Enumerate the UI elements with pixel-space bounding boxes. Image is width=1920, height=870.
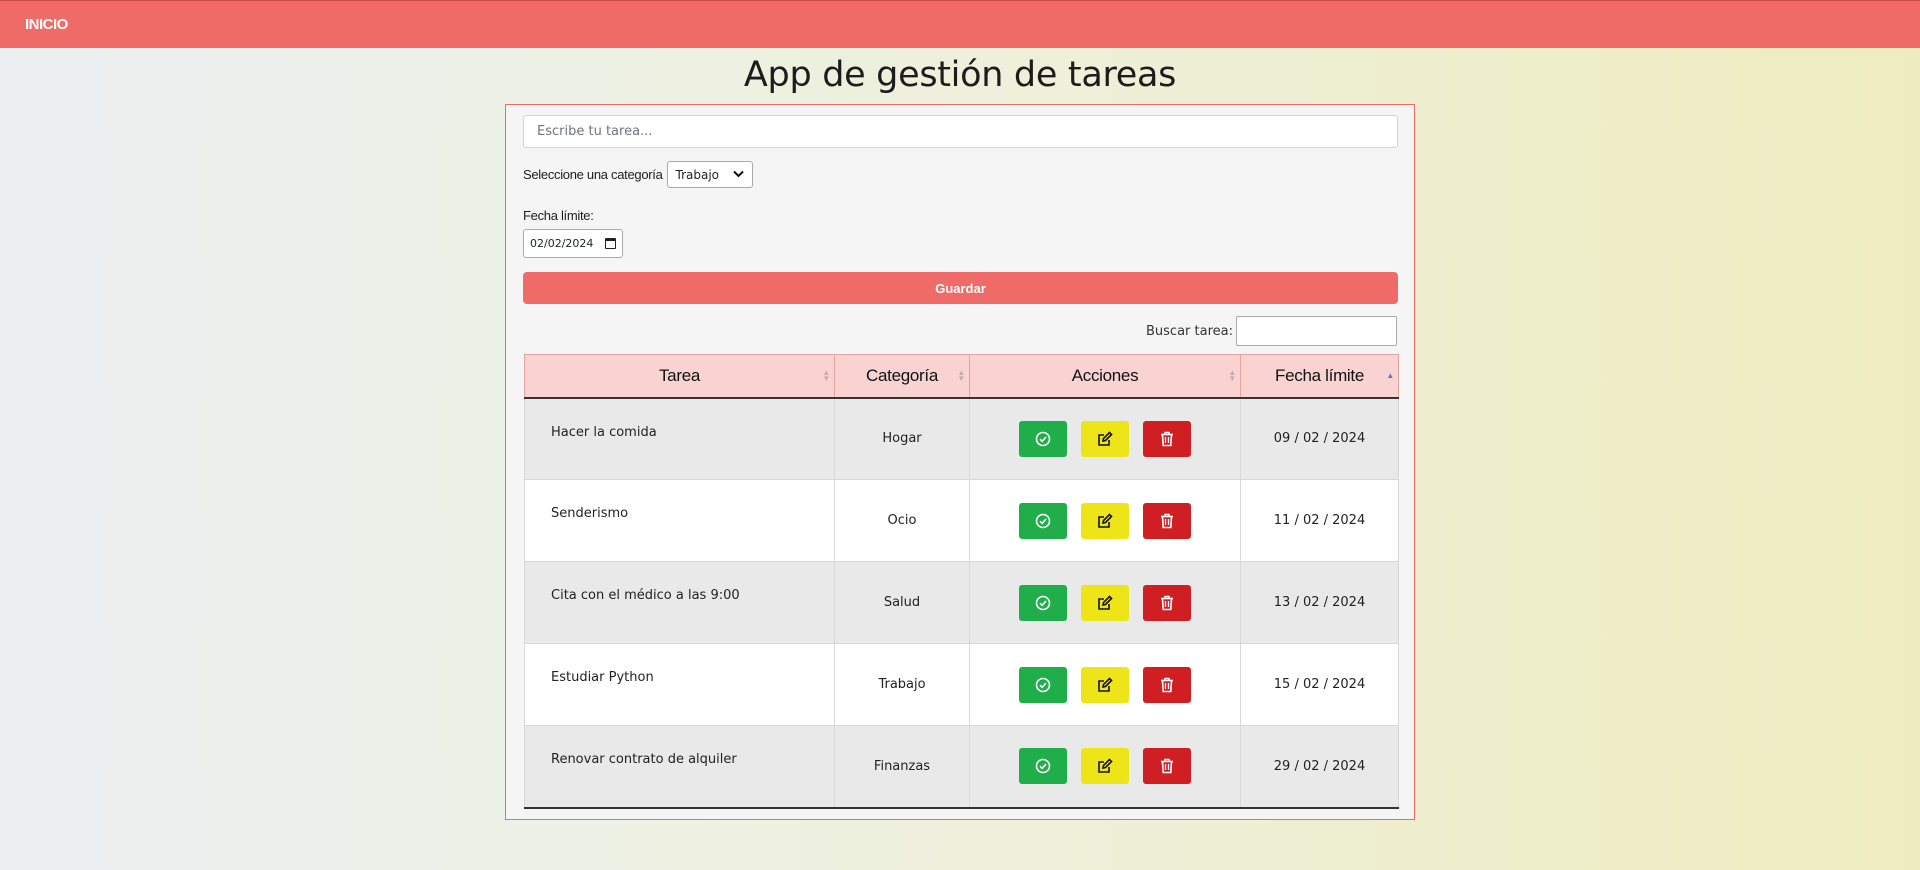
column-header-actions[interactable]: Acciones ▲ ▼	[969, 354, 1241, 399]
page-title: App de gestión de tareas	[743, 55, 1177, 95]
category-cell: Ocio	[834, 479, 970, 562]
column-header-label: Categoría	[866, 365, 938, 385]
tasks-table: Tarea ▲ ▼ Categoría ▲ ▼ Acciones ▲ ▼ Fecha lím…	[524, 354, 1399, 809]
edit-icon	[1097, 758, 1113, 774]
deadline-cell: 15 / 02 / 2024	[1240, 643, 1399, 726]
complete-button[interactable]	[1019, 584, 1067, 621]
deadline-date-input[interactable]: 02/02/2024	[523, 229, 623, 258]
delete-button[interactable]	[1143, 502, 1191, 539]
deadline-cell: 13 / 02 / 2024	[1240, 561, 1399, 644]
table-header-row: Tarea ▲ ▼ Categoría ▲ ▼ Acciones ▲ ▼ Fecha lím…	[524, 354, 1399, 399]
column-header-label: Tarea	[658, 365, 701, 385]
delete-button[interactable]	[1143, 666, 1191, 703]
complete-button[interactable]	[1019, 748, 1067, 785]
table-row: Renovar contrato de alquiler Finanzas 29 /…	[524, 725, 1399, 809]
sort-icon: ▲ ▼	[957, 367, 965, 383]
category-row: Seleccione una categoría Trabajo	[523, 161, 753, 188]
search-label: Buscar tarea:	[1146, 323, 1233, 339]
search-row: Buscar tarea:	[1146, 316, 1397, 346]
actions-cell	[969, 397, 1241, 480]
edit-icon	[1097, 594, 1113, 611]
edit-icon	[1097, 512, 1113, 529]
task-panel: Seleccione una categoría Trabajo Fecha l…	[505, 104, 1415, 820]
column-header-category[interactable]: Categoría ▲ ▼	[834, 354, 970, 399]
sort-ascending-icon: ▲	[1386, 370, 1394, 380]
row-actions	[970, 502, 1240, 539]
table-row: Cita con el médico a las 9:00 Salud 13 / 0…	[524, 561, 1399, 644]
task-cell: Hacer la comida	[524, 397, 835, 480]
check-circle-icon	[1035, 513, 1051, 529]
delete-button[interactable]	[1143, 748, 1191, 785]
edit-button[interactable]	[1081, 420, 1129, 457]
row-actions	[970, 748, 1240, 785]
column-header-label: Fecha límite	[1275, 365, 1364, 385]
save-button[interactable]: Guardar	[523, 272, 1398, 304]
row-actions	[970, 666, 1240, 703]
edit-button[interactable]	[1081, 584, 1129, 621]
sort-icon: ▲ ▼	[1228, 367, 1236, 383]
trash-icon	[1160, 595, 1174, 611]
task-cell: Cita con el médico a las 9:00	[524, 561, 835, 644]
chevron-down-icon	[732, 168, 744, 181]
deadline-cell: 29 / 02 / 2024	[1240, 725, 1399, 809]
edit-icon	[1097, 676, 1113, 693]
deadline-cell: 09 / 02 / 2024	[1240, 397, 1399, 480]
category-select[interactable]: Trabajo	[666, 161, 753, 188]
table-row: Senderismo Ocio 11 / 02 / 2024	[524, 479, 1399, 562]
calendar-icon[interactable]	[605, 238, 616, 249]
table-row: Estudiar Python Trabajo 15 / 02 / 2024	[524, 643, 1399, 726]
deadline-label: Fecha límite:	[523, 208, 594, 223]
task-cell: Senderismo	[524, 479, 835, 562]
edit-button[interactable]	[1081, 502, 1129, 539]
trash-icon	[1160, 758, 1174, 774]
edit-button[interactable]	[1081, 666, 1129, 703]
category-label: Seleccione una categoría	[523, 167, 663, 182]
category-selected-value: Trabajo	[675, 167, 720, 182]
task-cell: Estudiar Python	[524, 643, 835, 726]
deadline-cell: 11 / 02 / 2024	[1240, 479, 1399, 562]
category-cell: Salud	[834, 561, 970, 644]
edit-icon	[1097, 431, 1113, 447]
row-actions	[970, 420, 1240, 457]
complete-button[interactable]	[1019, 502, 1067, 539]
category-cell: Hogar	[834, 397, 970, 480]
actions-cell	[969, 561, 1241, 644]
top-navbar: INICIO	[0, 0, 1920, 48]
delete-button[interactable]	[1143, 584, 1191, 621]
row-actions	[970, 584, 1240, 621]
deadline-value: 02/02/2024	[530, 237, 594, 250]
column-header-label: Acciones	[1071, 365, 1139, 385]
task-input[interactable]	[523, 115, 1398, 148]
column-header-deadline[interactable]: Fecha límite ▲	[1240, 354, 1399, 399]
delete-button[interactable]	[1143, 420, 1191, 457]
check-circle-icon	[1035, 677, 1051, 693]
search-input[interactable]	[1236, 316, 1397, 346]
trash-icon	[1160, 513, 1174, 529]
trash-icon	[1160, 677, 1174, 693]
edit-button[interactable]	[1081, 748, 1129, 785]
column-header-task[interactable]: Tarea ▲ ▼	[524, 354, 835, 399]
nav-home-link[interactable]: INICIO	[25, 16, 68, 33]
trash-icon	[1160, 431, 1174, 447]
check-circle-icon	[1035, 431, 1051, 447]
complete-button[interactable]	[1019, 420, 1067, 457]
table-row: Hacer la comida Hogar 09 / 02 / 2024	[524, 397, 1399, 480]
actions-cell	[969, 479, 1241, 562]
sort-icon: ▲ ▼	[822, 367, 830, 383]
category-cell: Trabajo	[834, 643, 970, 726]
check-circle-icon	[1035, 758, 1051, 774]
complete-button[interactable]	[1019, 666, 1067, 703]
task-cell: Renovar contrato de alquiler	[524, 725, 835, 809]
category-cell: Finanzas	[834, 725, 970, 809]
actions-cell	[969, 725, 1241, 809]
actions-cell	[969, 643, 1241, 726]
check-circle-icon	[1035, 595, 1051, 611]
